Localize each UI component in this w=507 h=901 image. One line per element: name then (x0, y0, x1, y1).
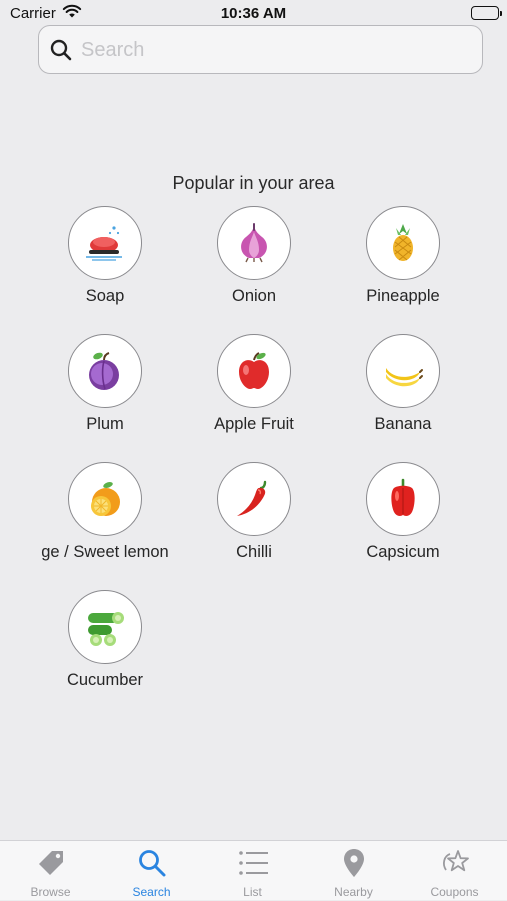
tag-icon (36, 848, 66, 878)
item-apple[interactable]: Apple Fruit (179, 334, 329, 452)
clock: 10:36 AM (220, 5, 287, 22)
section-title: Popular in your area (172, 173, 335, 193)
search-input[interactable] (81, 35, 471, 65)
tab-list[interactable]: List (202, 841, 303, 901)
item-label: Soap (85, 287, 125, 305)
banana-icon (366, 334, 440, 408)
item-pineapple[interactable]: Pineapple (328, 206, 478, 324)
battery-icon (471, 6, 502, 20)
location-pin-icon (339, 848, 369, 878)
tab-label: List (243, 885, 262, 899)
tab-label: Nearby (334, 885, 373, 899)
item-cucumber[interactable]: Cucumber (30, 590, 180, 708)
item-label: Banana (374, 415, 432, 433)
tab-bar: Browse Search List Nearby Coupons (0, 840, 507, 900)
item-label: Pineapple (366, 287, 440, 305)
orange-icon (68, 462, 142, 536)
search-icon (137, 848, 167, 878)
item-soap[interactable]: Soap (30, 206, 180, 324)
item-label: Capsicum (366, 543, 440, 561)
tab-label: Browse (30, 885, 71, 899)
apple-icon (217, 334, 291, 408)
star-coupon-icon (440, 848, 470, 878)
tab-search[interactable]: Search (101, 841, 202, 901)
item-label: Cucumber (66, 671, 144, 689)
onion-icon (217, 206, 291, 280)
tab-nearby[interactable]: Nearby (303, 841, 404, 901)
tab-label: Search (132, 885, 171, 899)
list-icon (238, 848, 268, 878)
item-label: Onion (231, 287, 277, 305)
item-onion[interactable]: Onion (179, 206, 329, 324)
item-label: Chilli (236, 543, 272, 561)
soap-icon (68, 206, 142, 280)
item-label: Plum (86, 415, 124, 433)
item-chilli[interactable]: Chilli (179, 462, 329, 580)
tab-label: Coupons (430, 885, 479, 899)
item-banana[interactable]: Banana (328, 334, 478, 452)
pineapple-icon (366, 206, 440, 280)
search-icon (49, 38, 73, 67)
plum-icon (68, 334, 142, 408)
cucumber-icon (68, 590, 142, 664)
search-bar[interactable] (38, 25, 483, 74)
status-bar: Carrier 10:36 AM (0, 0, 507, 26)
item-plum[interactable]: Plum (30, 334, 180, 452)
chilli-icon (217, 462, 291, 536)
tab-browse[interactable]: Browse (0, 841, 101, 901)
capsicum-icon (366, 462, 440, 536)
tab-coupons[interactable]: Coupons (404, 841, 505, 901)
item-capsicum[interactable]: Capsicum (328, 462, 478, 580)
item-label: Apple Fruit (214, 415, 294, 433)
item-sweet-lemon[interactable]: ge / Sweet lemon (30, 462, 180, 580)
item-label: ge / Sweet lemon (41, 543, 169, 561)
